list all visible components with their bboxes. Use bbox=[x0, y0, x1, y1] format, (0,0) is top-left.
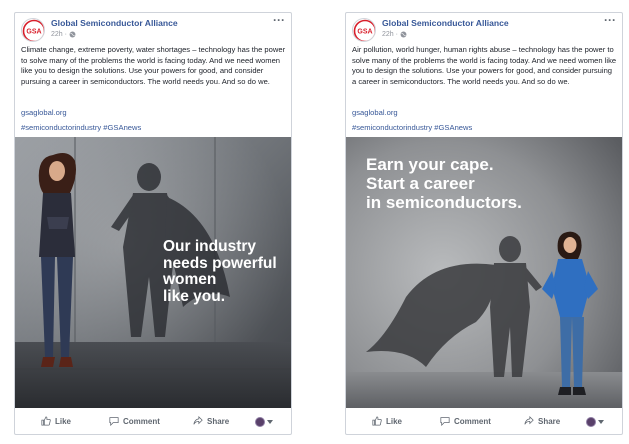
image-caption-line: Start a career bbox=[366, 174, 475, 193]
comment-label: Comment bbox=[123, 416, 160, 426]
post-image[interactable]: Earn your cape. Start a career in semico… bbox=[346, 137, 622, 408]
post-actions: Like Comment Share bbox=[346, 412, 622, 434]
like-button[interactable]: Like bbox=[372, 416, 402, 426]
share-label: Share bbox=[207, 416, 230, 426]
image-caption-line: Our industry bbox=[163, 238, 257, 255]
image-caption: Our industry needs powerful women like y… bbox=[163, 238, 291, 305]
comment-button[interactable]: Comment bbox=[440, 416, 491, 426]
post-meta: 22h · bbox=[51, 31, 76, 38]
reaction-selector[interactable] bbox=[586, 417, 604, 427]
like-label: Like bbox=[55, 416, 72, 426]
reaction-selector[interactable] bbox=[255, 417, 273, 427]
page-name-link[interactable]: Global Semiconductor Alliance bbox=[51, 18, 178, 28]
post-header: GSA Global Semiconductor Alliance 22h · … bbox=[21, 14, 285, 43]
post-hashtags[interactable]: #semiconductorindustry #GSAnews bbox=[352, 123, 472, 132]
post-text: Air pollution, world hunger, human right… bbox=[352, 45, 617, 86]
reaction-avatar-icon bbox=[255, 417, 265, 427]
facebook-post: GSA Global Semiconductor Alliance 22h · … bbox=[14, 12, 292, 435]
gsa-logo[interactable]: GSA bbox=[352, 18, 376, 42]
globe-icon bbox=[69, 31, 76, 38]
comment-icon bbox=[109, 417, 119, 426]
image-caption: Earn your cape. Start a career in semico… bbox=[366, 155, 616, 212]
comment-label: Comment bbox=[454, 416, 491, 426]
image-caption-line: women bbox=[163, 271, 217, 288]
image-caption-line: needs powerful bbox=[163, 254, 277, 272]
more-icon[interactable]: ··· bbox=[604, 14, 616, 26]
share-icon bbox=[524, 416, 534, 425]
post-text: Climate change, extreme poverty, water s… bbox=[21, 45, 286, 86]
image-caption-line: in semiconductors. bbox=[366, 193, 522, 212]
facebook-post: GSA Global Semiconductor Alliance 22h · … bbox=[345, 12, 623, 435]
share-icon bbox=[193, 416, 203, 425]
image-caption-line: Earn your cape. bbox=[366, 155, 494, 174]
svg-text:GSA: GSA bbox=[357, 29, 372, 36]
image-caption-line: like you. bbox=[163, 287, 226, 305]
like-label: Like bbox=[386, 416, 403, 426]
svg-text:GSA: GSA bbox=[26, 29, 41, 36]
post-hashtags[interactable]: #semiconductorindustry #GSAnews bbox=[21, 123, 141, 132]
comment-button[interactable]: Comment bbox=[109, 416, 160, 426]
post-link[interactable]: gsaglobal.org bbox=[21, 108, 67, 117]
share-label: Share bbox=[538, 416, 561, 426]
post-header: GSA Global Semiconductor Alliance 22h · … bbox=[352, 14, 616, 43]
post-link[interactable]: gsaglobal.org bbox=[352, 108, 398, 117]
gsa-logo[interactable]: GSA bbox=[21, 18, 45, 42]
chevron-down-icon bbox=[267, 420, 273, 424]
post-meta: 22h · bbox=[382, 31, 407, 38]
like-icon bbox=[41, 416, 51, 426]
like-button[interactable]: Like bbox=[41, 416, 71, 426]
page-name-link[interactable]: Global Semiconductor Alliance bbox=[382, 18, 509, 28]
post-time[interactable]: 22h · bbox=[51, 31, 67, 38]
more-icon[interactable]: ··· bbox=[273, 14, 285, 26]
like-icon bbox=[372, 416, 382, 426]
post-time[interactable]: 22h · bbox=[382, 31, 398, 38]
post-image[interactable]: Our industry needs powerful women like y… bbox=[15, 137, 291, 408]
globe-icon bbox=[400, 31, 407, 38]
chevron-down-icon bbox=[598, 420, 604, 424]
reaction-avatar-icon bbox=[586, 417, 596, 427]
post-actions: Like Comment Share bbox=[15, 412, 291, 434]
share-button[interactable]: Share bbox=[193, 416, 229, 426]
share-button[interactable]: Share bbox=[524, 416, 560, 426]
comment-icon bbox=[440, 417, 450, 426]
